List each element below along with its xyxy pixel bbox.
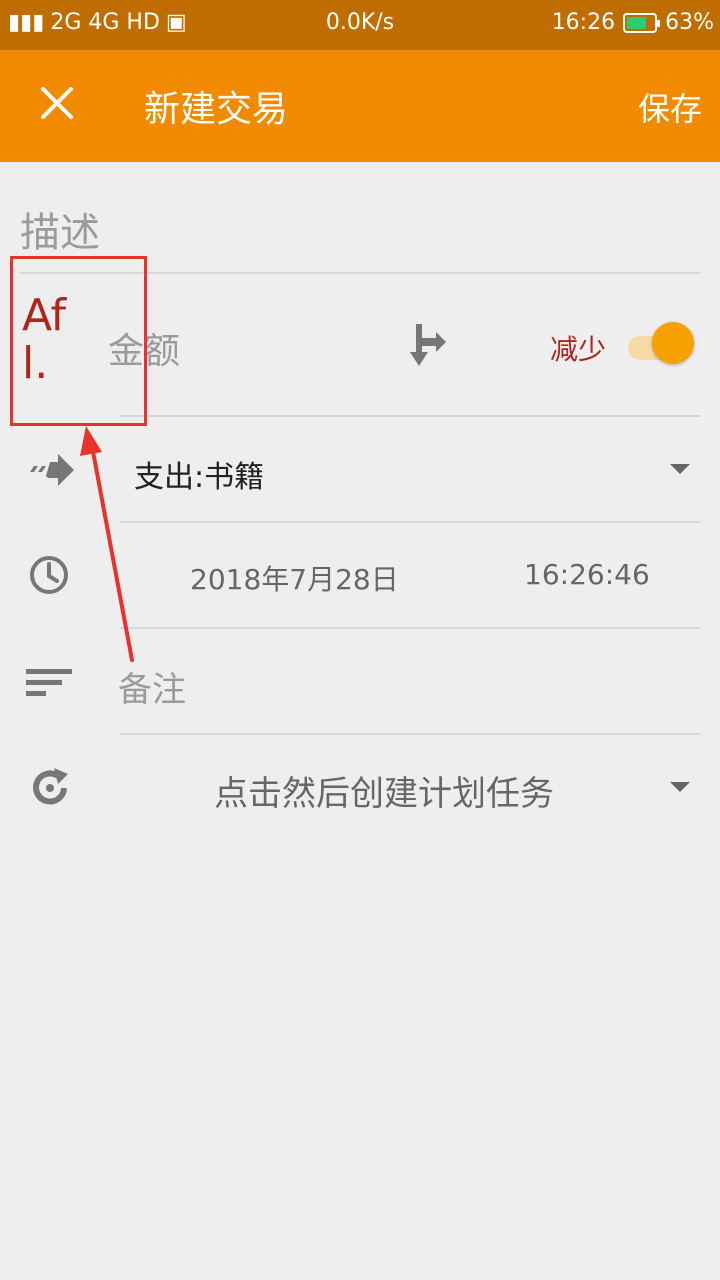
divider [120, 521, 700, 523]
chevron-down-icon[interactable] [670, 464, 690, 474]
notes-input[interactable]: 备注 [118, 662, 186, 711]
annotation-text-line: l. [22, 338, 49, 389]
time-field[interactable]: 16:26:46 [524, 558, 650, 591]
transaction-type-toggle[interactable] [628, 322, 694, 364]
notes-icon [26, 669, 72, 696]
split-icon[interactable] [408, 322, 448, 368]
divider [120, 733, 700, 735]
status-right: 16:26 63% [552, 10, 714, 35]
annotation-arrow [80, 426, 134, 662]
battery-percent: 63% [665, 10, 714, 35]
clock-icon [30, 556, 68, 594]
page-title: 新建交易 [144, 89, 289, 130]
date-field[interactable]: 2018年7月28日 [190, 558, 399, 598]
transaction-type-label: 减少 [550, 333, 607, 366]
toggle-thumb [652, 322, 694, 364]
refresh-icon [33, 768, 68, 805]
schedule-select[interactable]: 点击然后创建计划任务 [214, 766, 554, 815]
chevron-down-icon[interactable] [670, 782, 690, 792]
battery-icon [623, 12, 661, 33]
transfer-arrow-icon [30, 454, 74, 486]
divider [120, 627, 700, 629]
status-bar: ▮▮▮ 2G 4G HD ▣ 0.0K/s 16:26 63% [0, 0, 720, 50]
description-input[interactable]: 描述 [20, 200, 100, 258]
annotation-text: Af l. [22, 292, 66, 388]
category-select[interactable]: 支出:书籍 [134, 452, 264, 496]
divider [120, 415, 700, 417]
status-time: 16:26 [551, 10, 616, 35]
annotation-text-line: Af [22, 290, 67, 341]
close-icon[interactable] [32, 78, 82, 128]
app-bar: 新建交易 保存 [0, 50, 720, 162]
save-button[interactable]: 保存 [638, 84, 702, 130]
